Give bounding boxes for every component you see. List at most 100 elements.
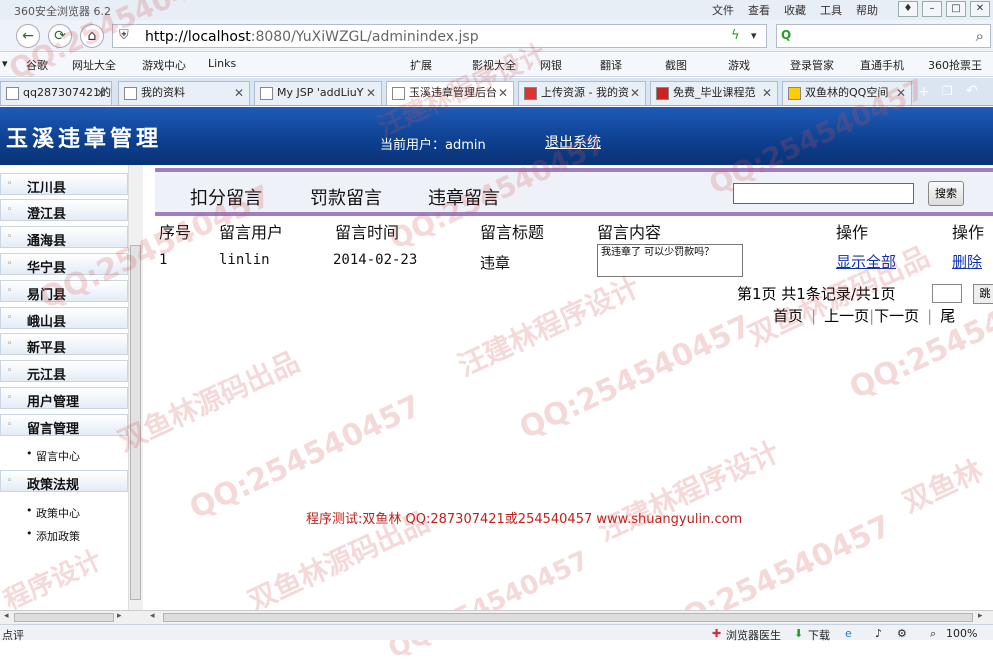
search-input[interactable]: Q ⌕ <box>776 24 991 48</box>
sidebar-item-eshan[interactable]: ◦ 峨山县 <box>0 307 128 330</box>
page-jump-button[interactable]: 跳 <box>973 284 993 304</box>
delete-link[interactable]: 删除 <box>952 251 982 272</box>
bookmarks-menu-icon[interactable]: ▾ <box>2 57 8 70</box>
bookmark-item[interactable]: 谷歌 <box>26 57 48 73</box>
scroll-thumb[interactable] <box>14 613 114 622</box>
close-icon: ✕ <box>761 86 772 100</box>
scroll-left-icon[interactable]: ◂ <box>150 611 155 621</box>
back-icon[interactable]: ← <box>16 24 40 48</box>
search-icon[interactable]: ⌕ <box>976 27 984 45</box>
tab-admin[interactable]: 玉溪违章管理后台 ✕ <box>386 81 514 105</box>
bookmark-item[interactable]: 游戏中心 <box>142 57 186 73</box>
bullet-icon: ◦ <box>7 259 13 269</box>
tab-free[interactable]: 免费_毕业课程范 ✕ <box>650 81 778 105</box>
sidebar-item-jiangchuan[interactable]: ◦ 江川县 <box>0 173 128 196</box>
sound-icon[interactable]: ♪ <box>875 627 882 640</box>
bullet-icon: ◦ <box>7 313 13 323</box>
sidebar-scroll-thumb[interactable] <box>130 245 141 600</box>
ie-icon[interactable]: e <box>845 627 852 640</box>
page-jump-input[interactable] <box>932 284 962 303</box>
bookmark-item[interactable]: 直通手机 <box>860 57 904 73</box>
bookmark-item[interactable]: 登录管家 <box>790 57 834 73</box>
tab-qq[interactable]: qq287307421的 ✕ <box>0 81 112 105</box>
show-all-link[interactable]: 显示全部 <box>836 251 896 272</box>
menu-tools[interactable]: 工具 <box>820 2 842 18</box>
tab-jsp[interactable]: My JSP 'addLiuY ✕ <box>254 81 382 105</box>
bookmark-item[interactable]: 网银 <box>540 57 562 73</box>
status-doctor[interactable]: 浏览器医生 <box>726 627 781 643</box>
scroll-left-icon[interactable]: ◂ <box>4 611 9 621</box>
close-icon: ✕ <box>233 86 244 100</box>
tab-deduction-messages[interactable]: 扣分留言 <box>190 184 262 210</box>
zoom-icon[interactable]: ⌕ <box>930 627 936 641</box>
bookmark-item[interactable]: 影视大全 <box>472 57 516 73</box>
address-bar[interactable]: ⛨ http://localhost:8080/YuXiWZGL/adminin… <box>112 24 767 48</box>
menu-view[interactable]: 查看 <box>748 2 770 18</box>
close-icon[interactable]: ✕ <box>970 1 990 17</box>
message-search-input[interactable] <box>733 183 914 204</box>
new-tab-icon[interactable]: + <box>918 84 930 100</box>
bullet-icon: ◦ <box>7 366 13 376</box>
menu-help[interactable]: 帮助 <box>856 2 878 18</box>
sidebar-item-yimen[interactable]: ◦ 易门县 <box>0 280 128 303</box>
last-page-link[interactable]: 尾 <box>940 307 955 325</box>
sidebar-sub-message-center[interactable]: 留言中心 <box>26 447 80 464</box>
sidebar-item-tonghai[interactable]: ◦ 通海县 <box>0 226 128 249</box>
scroll-right-icon[interactable]: ▸ <box>117 611 122 621</box>
status-comment[interactable]: 点评 <box>2 627 24 643</box>
cell-id: 1 <box>159 252 168 268</box>
refresh-icon[interactable]: ⟳ <box>48 24 72 48</box>
scroll-thumb[interactable] <box>163 613 973 622</box>
watermark: 汪建林程序设计 <box>592 434 785 548</box>
sidebar-item-xinping[interactable]: ◦ 新平县 <box>0 333 128 356</box>
search-engine-icon[interactable]: Q <box>781 28 791 42</box>
tab-upload[interactable]: 上传资源 - 我的资 ✕ <box>518 81 646 105</box>
sidebar-item-yuanjiang[interactable]: ◦ 元江县 <box>0 360 128 383</box>
status-download[interactable]: 下载 <box>808 627 830 643</box>
maximize-icon[interactable]: □ <box>946 1 966 17</box>
sidebar-sub-add-policy[interactable]: 添加政策 <box>26 527 80 544</box>
bookmark-item[interactable]: 360抢票王 <box>928 57 982 73</box>
zoom-level[interactable]: 100% <box>946 627 977 640</box>
sidebar-sub-policy-center[interactable]: 政策中心 <box>26 504 80 521</box>
bookmark-item[interactable]: 游戏 <box>728 57 750 73</box>
tab-qzone[interactable]: 双鱼林的QQ空间 ✕ <box>782 81 912 105</box>
tab-fine-messages[interactable]: 罚款留言 <box>310 184 382 210</box>
bookmark-item[interactable]: 翻译 <box>600 57 622 73</box>
sidebar-item-messages[interactable]: ◦ 留言管理 <box>0 414 128 437</box>
bookmark-item[interactable]: 截图 <box>665 57 687 73</box>
menu-file[interactable]: 文件 <box>712 2 734 18</box>
bookmark-item[interactable]: 网址大全 <box>72 57 116 73</box>
next-page-link[interactable]: 下一页 <box>874 307 919 325</box>
cell-content-textarea[interactable]: 我违章了 可以少罚款吗？ <box>597 244 743 277</box>
tab-profile[interactable]: 我的资料 ✕ <box>118 81 250 105</box>
sidebar-item-huaning[interactable]: ◦ 华宁县 <box>0 253 128 276</box>
first-page-link[interactable]: 首页 <box>773 307 803 325</box>
bookmark-item[interactable]: Links <box>208 57 236 70</box>
chevron-down-icon[interactable]: ▾ <box>751 29 757 42</box>
home-icon[interactable]: ⌂ <box>80 24 104 48</box>
settings-icon[interactable]: ⚙ <box>897 627 907 640</box>
bullet-icon: ◦ <box>7 476 13 486</box>
close-icon: ✕ <box>895 86 906 100</box>
skin-icon[interactable]: ♦ <box>898 1 918 17</box>
minimize-icon[interactable]: – <box>922 1 942 17</box>
sidebar-item-policy[interactable]: ◦ 政策法规 <box>0 470 128 493</box>
restore-tabs-icon[interactable]: ❐ <box>942 84 953 98</box>
search-button[interactable]: 搜索 <box>928 181 964 206</box>
prev-page-link[interactable]: 上一页 <box>824 307 869 325</box>
undo-close-icon[interactable]: ↶ <box>966 83 978 99</box>
logout-link[interactable]: 退出系统 <box>545 132 601 152</box>
status-bar: 点评 ✚ 浏览器医生 ⬇ 下载 e ♪ ⚙ ⌕ 100% <box>0 624 993 643</box>
sidebar-item-users[interactable]: ◦ 用户管理 <box>0 387 128 410</box>
close-icon: ✕ <box>497 86 508 100</box>
scroll-right-icon[interactable]: ▸ <box>978 611 983 621</box>
menu-favorites[interactable]: 收藏 <box>784 2 806 18</box>
lightning-icon[interactable]: ϟ <box>731 28 740 43</box>
tab-violation-messages[interactable]: 违章留言 <box>428 184 500 210</box>
horizontal-scrollbar[interactable]: ◂ ▸ ◂ ▸ <box>0 610 993 624</box>
sidebar: ◦ 江川县 ◦ 澄江县 ◦ 通海县 ◦ 华宁县 ◦ 易门县 ◦ 峨山县 ◦ 新平县 ◦ 元江县 … <box>0 165 143 610</box>
watermark: QQ:254540457 <box>383 545 594 665</box>
bookmark-item[interactable]: 扩展 <box>410 57 432 73</box>
sidebar-item-chengjiang[interactable]: ◦ 澄江县 <box>0 199 128 222</box>
